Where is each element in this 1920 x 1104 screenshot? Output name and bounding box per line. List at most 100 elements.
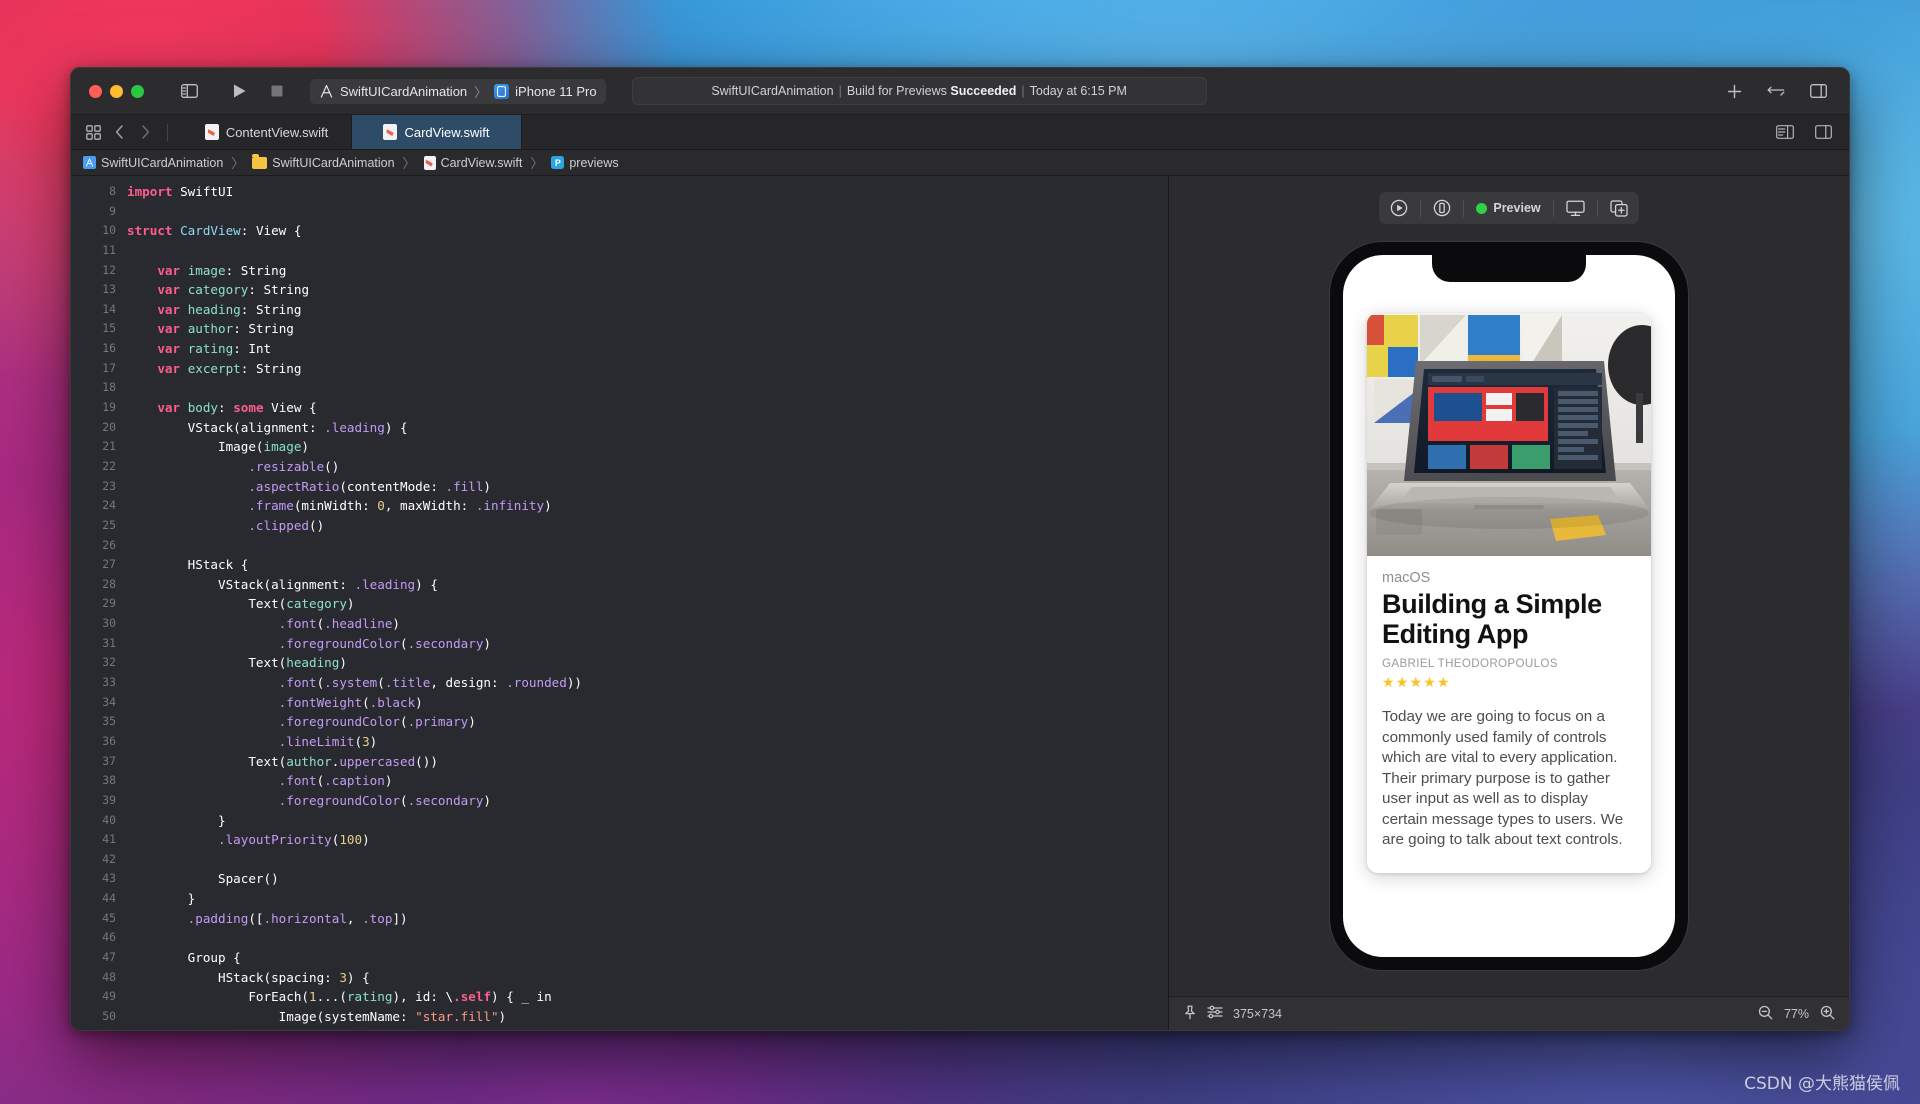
line-number: 14 — [102, 301, 116, 316]
editor-options-icon[interactable] — [1763, 80, 1789, 102]
code-line[interactable]: 36 .lineLimit(3) — [71, 732, 1168, 752]
code-line[interactable]: 25 .clipped() — [71, 516, 1168, 536]
preview-display-icon[interactable] — [1558, 195, 1593, 221]
code-line[interactable]: 48 HStack(spacing: 3) { — [71, 968, 1168, 988]
preview-device-icon[interactable] — [1425, 195, 1459, 221]
code-line[interactable]: 26 — [71, 536, 1168, 556]
breadcrumb-item-file[interactable]: CardView.swift — [423, 155, 522, 170]
code-line[interactable]: 51 .font(.caption) — [71, 1027, 1168, 1030]
code-line[interactable]: 44 } — [71, 889, 1168, 909]
stop-button[interactable] — [264, 80, 290, 102]
preview-status-button[interactable]: Preview — [1468, 195, 1548, 221]
build-status-bar[interactable]: SwiftUICardAnimation | Build for Preview… — [631, 77, 1207, 105]
preview-play-icon[interactable] — [1382, 195, 1416, 221]
line-number: 39 — [102, 792, 116, 807]
tab-cardview-swift[interactable]: CardView.swift — [352, 115, 522, 149]
code-line[interactable]: 50 Image(systemName: "star.fill") — [71, 1007, 1168, 1027]
code-line[interactable]: 31 .foregroundColor(.secondary) — [71, 634, 1168, 654]
code-line[interactable]: 22 .resizable() — [71, 457, 1168, 477]
card-body: macOS Building a Simple Editing App GABR… — [1367, 570, 1651, 851]
code-line[interactable]: 8 import SwiftUI — [71, 182, 1168, 202]
code-line[interactable]: 29 Text(category) — [71, 594, 1168, 614]
tab-label: CardView.swift — [404, 124, 490, 140]
code-line[interactable]: 13 var category: String — [71, 280, 1168, 300]
code-line[interactable]: 32 Text(heading) — [71, 653, 1168, 673]
code-line[interactable]: 37 Text(author.uppercased()) — [71, 752, 1168, 772]
code-line[interactable]: 49 ForEach(1...(rating), id: \.self) { _… — [71, 987, 1168, 1007]
code-line[interactable]: 42 — [71, 850, 1168, 870]
layout-icon[interactable] — [1207, 1005, 1223, 1022]
code-line[interactable]: 24 .frame(minWidth: 0, maxWidth: .infini… — [71, 496, 1168, 516]
breadcrumb-item-folder[interactable]: SwiftUICardAnimation — [252, 154, 395, 170]
zoom-in-icon[interactable] — [1820, 1005, 1835, 1023]
preview-p-icon: P — [551, 156, 565, 169]
source-editor[interactable]: 8 import SwiftUI 9 10 struct CardView: View … — [71, 176, 1169, 1030]
breadcrumb-item-project[interactable]: SwiftUICardAnimation — [83, 156, 223, 170]
zoom-level-label[interactable]: 77% — [1784, 1007, 1809, 1021]
pin-icon[interactable] — [1183, 1005, 1197, 1023]
tabbar-divider — [167, 123, 168, 141]
card-excerpt: Today we are going to focus on a commonl… — [1382, 708, 1624, 848]
code-line[interactable]: 41 .layoutPriority(100) — [71, 830, 1168, 850]
code-line[interactable]: 12 var image: String — [71, 261, 1168, 281]
code-line[interactable]: 9 — [71, 202, 1168, 222]
code-line[interactable]: 30 .font(.headline) — [71, 614, 1168, 634]
run-button[interactable] — [226, 80, 252, 102]
code-line[interactable]: 35 .foregroundColor(.primary) — [71, 712, 1168, 732]
line-content: .clipped() — [248, 517, 325, 533]
code-line[interactable]: 47 Group { — [71, 948, 1168, 968]
line-number: 29 — [102, 596, 116, 611]
code-lines[interactable]: 8 import SwiftUI 9 10 struct CardView: View … — [71, 176, 1168, 1030]
grid-view-icon[interactable] — [81, 120, 105, 144]
zoom-button[interactable] — [131, 84, 144, 98]
article-card[interactable]: macOS Building a Simple Editing App GABR… — [1367, 313, 1651, 873]
preview-stage[interactable]: macOS Building a Simple Editing App GABR… — [1169, 240, 1849, 996]
line-number: 46 — [102, 930, 116, 945]
split-editor-icon[interactable] — [1811, 120, 1835, 144]
code-line[interactable]: 45 .padding([.horizontal, .top]) — [71, 909, 1168, 929]
scheme-selector[interactable]: SwiftUICardAnimation 〉 iPhone 11 Pro — [310, 78, 606, 104]
code-line[interactable]: 39 .foregroundColor(.secondary) — [71, 791, 1168, 811]
toggle-navigator-icon[interactable] — [176, 80, 202, 102]
code-line[interactable]: 17 var excerpt: String — [71, 359, 1168, 379]
code-line[interactable]: 14 var heading: String — [71, 300, 1168, 320]
forward-chevron-icon[interactable] — [133, 120, 157, 144]
back-chevron-icon[interactable] — [107, 120, 131, 144]
add-editor-icon[interactable] — [1721, 80, 1747, 102]
tab-contentview-swift[interactable]: ContentView.swift — [182, 115, 352, 149]
line-content: .padding([.horizontal, .top]) — [187, 910, 408, 926]
code-line[interactable]: 21 Image(image) — [71, 437, 1168, 457]
code-line[interactable]: 18 — [71, 378, 1168, 398]
minimap-toggle-icon[interactable] — [1773, 120, 1797, 144]
iphone-notch — [1432, 255, 1586, 282]
card-author: GABRIEL THEODOROPOULOS — [1382, 657, 1558, 670]
code-line[interactable]: 40 } — [71, 811, 1168, 831]
code-line[interactable]: 15 var author: String — [71, 319, 1168, 339]
close-button[interactable] — [89, 84, 102, 98]
breadcrumb-item-previews[interactable]: P previews — [551, 156, 619, 170]
code-line[interactable]: 38 .font(.caption) — [71, 771, 1168, 791]
toggle-inspector-icon[interactable] — [1805, 80, 1831, 102]
iphone-frame: macOS Building a Simple Editing App GABR… — [1330, 242, 1688, 970]
preview-duplicate-icon[interactable] — [1602, 195, 1636, 221]
code-line[interactable]: 43 Spacer() — [71, 869, 1168, 889]
code-line[interactable]: 23 .aspectRatio(contentMode: .fill) — [71, 477, 1168, 497]
code-line[interactable]: 34 .fontWeight(.black) — [71, 693, 1168, 713]
line-content: .lineLimit(3) — [278, 733, 378, 749]
minimize-button[interactable] — [110, 84, 123, 98]
tab-label: ContentView.swift — [225, 124, 329, 140]
code-line[interactable]: 33 .font(.system(.title, design: .rounde… — [71, 673, 1168, 693]
code-line[interactable]: 27 HStack { — [71, 555, 1168, 575]
zoom-out-icon[interactable] — [1758, 1005, 1773, 1023]
code-line[interactable]: 11 — [71, 241, 1168, 261]
iphone-screen[interactable]: macOS Building a Simple Editing App GABR… — [1343, 255, 1675, 957]
code-line[interactable]: 20 VStack(alignment: .leading) { — [71, 418, 1168, 438]
line-number: 10 — [102, 223, 116, 238]
code-line[interactable]: 28 VStack(alignment: .leading) { — [71, 575, 1168, 595]
line-content: .foregroundColor(.secondary) — [278, 635, 491, 651]
code-line[interactable]: 46 — [71, 928, 1168, 948]
code-line[interactable]: 16 var rating: Int — [71, 339, 1168, 359]
code-line[interactable]: 19 var body: some View { — [71, 398, 1168, 418]
code-line[interactable]: 10 struct CardView: View { — [71, 221, 1168, 241]
line-number: 41 — [102, 832, 116, 847]
